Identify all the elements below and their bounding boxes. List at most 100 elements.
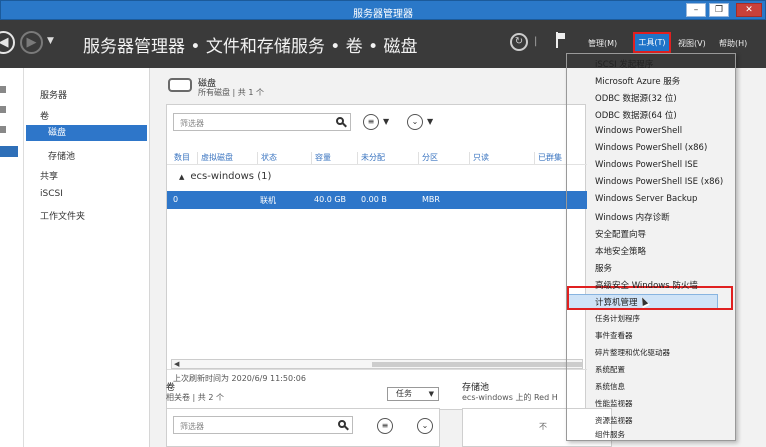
menu-help[interactable]: 帮助(H) [719, 38, 747, 49]
refresh-icon[interactable]: ↻ [510, 33, 528, 51]
filter-placeholder: 筛选器 [180, 422, 204, 431]
menu-item-local-security-policy[interactable]: 本地安全策略 [595, 245, 646, 257]
menu-item-odbc-64[interactable]: ODBC 数据源(64 位) [595, 109, 677, 121]
menu-item-system-config[interactable]: 系统配置 [595, 364, 625, 375]
group-header[interactable]: ▲ ecs-windows (1) [179, 171, 271, 182]
menu-item-powershell-ise[interactable]: Windows PowerShell ISE [595, 160, 698, 170]
sidebar-item-storage-pools[interactable]: 存储池 [48, 149, 75, 162]
back-arrow-icon[interactable]: ◀ [0, 31, 15, 54]
column-header[interactable]: 虚拟磁盘 [197, 152, 233, 164]
tasks-label: 任务 [396, 389, 412, 398]
menu-item-services[interactable]: 服务 [595, 262, 612, 274]
chevron-down-icon: ▼ [383, 117, 390, 126]
dashboard-icon[interactable] [0, 86, 6, 93]
volumes-tasks-button[interactable]: 任务 ▼ [387, 387, 439, 401]
breadcrumb: 服务器管理器 • 文件和存储服务 • 卷 • 磁盘 [83, 37, 418, 57]
menu-item-odbc-32[interactable]: ODBC 数据源(32 位) [595, 92, 677, 104]
menu-item-security-config-wizard[interactable]: 安全配置向导 [595, 228, 646, 240]
volumes-filter-input[interactable]: 筛选器 [173, 416, 353, 434]
menu-view[interactable]: 视图(V) [678, 38, 706, 49]
column-header[interactable]: 状态 [257, 152, 277, 164]
title-bar: 服务器管理器 – ❐ ✕ [0, 0, 766, 20]
column-header[interactable]: 数目 [171, 152, 190, 164]
menu-item-resource-monitor[interactable]: 资源监视器 [595, 415, 633, 426]
sidebar-item-servers[interactable]: 服务器 [40, 88, 67, 101]
menu-tools-label: 工具(T) [638, 38, 666, 47]
close-button[interactable]: ✕ [736, 3, 762, 17]
filter-placeholder: 筛选器 [180, 119, 204, 128]
menu-item-event-viewer[interactable]: 事件查看器 [595, 330, 633, 341]
disks-panel: 筛选器 ≡ ▼ ⌄ ▼ 数目 虚拟磁盘 状态 容量 未分配 分区 只读 已群集 ▲ e… [166, 104, 587, 410]
cell-unallocated: 0.00 B [361, 195, 387, 204]
chevron-down-icon: ▼ [428, 390, 434, 398]
menu-item-firewall[interactable]: 高级安全 Windows 防火墙 [595, 279, 698, 291]
menu-item-azure-services[interactable]: Microsoft Azure 服务 [595, 75, 680, 87]
file-storage-icon[interactable] [0, 146, 18, 157]
menu-item-powershell[interactable]: Windows PowerShell [595, 126, 682, 136]
expand-icon[interactable]: ⌄ [417, 418, 433, 434]
menu-item-iscsi-initiator[interactable]: iSCSI 发起程序 [595, 58, 653, 70]
menu-item-memory-diagnostic[interactable]: Windows 内存诊断 [595, 211, 670, 223]
separator-icon: | [534, 36, 538, 47]
scroll-left-icon[interactable]: ◀ [174, 360, 179, 368]
menu-item-powershell-x86[interactable]: Windows PowerShell (x86) [595, 143, 707, 153]
menu-item-server-backup[interactable]: Windows Server Backup [595, 194, 697, 204]
sidebar-item-disks[interactable]: 磁盘 [26, 125, 147, 141]
group-label: ecs-windows (1) [190, 171, 272, 182]
list-icon: ≡ [363, 114, 379, 130]
disk-icon [168, 78, 192, 92]
menu-item-computer-management[interactable]: 计算机管理 [595, 296, 638, 308]
expand-icon: ⌄ [407, 114, 423, 130]
column-header[interactable]: 分区 [418, 152, 438, 164]
sidebar-item-shares[interactable]: 共享 [40, 169, 58, 182]
volumes-panel: 筛选器 ≡ ⌄ [166, 408, 440, 447]
table-header: 数目 虚拟磁盘 状态 容量 未分配 分区 只读 已群集 [167, 149, 587, 165]
forward-arrow-icon[interactable]: ▶ [20, 31, 43, 54]
menu-tools[interactable]: 工具(T) [633, 32, 671, 53]
menu-item-component-services[interactable]: 组件服务 [595, 429, 625, 440]
menu-item-system-info[interactable]: 系统信息 [595, 381, 625, 392]
menu-item-powershell-ise-x86[interactable]: Windows PowerShell ISE (x86) [595, 177, 723, 187]
cell-capacity: 40.0 GB [314, 195, 347, 204]
search-icon[interactable] [338, 420, 349, 431]
cell-number: 0 [173, 195, 179, 204]
history-dropdown-icon[interactable]: ▼ [47, 36, 54, 46]
cell-status: 联机 [260, 196, 276, 205]
menu-item-performance-monitor[interactable]: 性能监视器 [595, 398, 633, 409]
storage-pool-content: 不 [539, 422, 547, 431]
minimize-button[interactable]: – [686, 3, 706, 17]
local-server-icon[interactable] [0, 106, 6, 113]
all-servers-icon[interactable] [0, 126, 6, 133]
scrollbar-thumb[interactable] [372, 362, 582, 367]
volumes-subtitle: 相关卷 | 共 2 个 [166, 393, 224, 402]
list-icon[interactable]: ≡ [377, 418, 393, 434]
menu-manage[interactable]: 管理(M) [588, 38, 617, 49]
collapse-triangle-icon: ▲ [179, 173, 185, 181]
right-edge [736, 68, 766, 447]
menu-item-defragment[interactable]: 碎片整理和优化驱动器 [595, 347, 670, 358]
sidebar: 服务器 卷 磁盘 存储池 共享 iSCSI 工作文件夹 [24, 68, 150, 447]
divider [167, 369, 587, 370]
storage-pool-subtitle: ecs-windows 上的 Red H [462, 393, 558, 402]
horizontal-scrollbar[interactable]: ◀ [171, 359, 583, 369]
sidebar-item-volumes[interactable]: 卷 [40, 109, 49, 122]
column-header[interactable]: 容量 [311, 152, 331, 164]
sidebar-item-work-folders[interactable]: 工作文件夹 [40, 209, 85, 222]
disks-filter-input[interactable]: 筛选器 [173, 113, 351, 131]
sidebar-item-iscsi[interactable]: iSCSI [40, 189, 63, 199]
cell-partition: MBR [422, 195, 440, 204]
column-header[interactable]: 只读 [469, 152, 489, 164]
left-icon-strip [0, 68, 24, 447]
last-refresh-text: 上次刷新时间为 2020/6/9 11:50:06 [173, 374, 306, 383]
panel-subtitle: 所有磁盘 | 共 1 个 [198, 88, 264, 97]
maximize-button[interactable]: ❐ [709, 3, 729, 17]
notifications-flag-icon[interactable] [556, 32, 565, 48]
window-title: 服务器管理器 [353, 9, 413, 20]
table-row[interactable]: 0 联机 40.0 GB 0.00 B MBR [167, 191, 587, 209]
menu-item-task-scheduler[interactable]: 任务计划程序 [595, 313, 640, 324]
chevron-down-icon: ▼ [427, 117, 434, 126]
column-header[interactable]: 已群集 [534, 152, 562, 164]
search-icon[interactable] [336, 117, 347, 128]
column-header[interactable]: 未分配 [357, 152, 385, 164]
tools-dropdown-menu: iSCSI 发起程序 Microsoft Azure 服务 ODBC 数据源(3… [566, 53, 736, 441]
